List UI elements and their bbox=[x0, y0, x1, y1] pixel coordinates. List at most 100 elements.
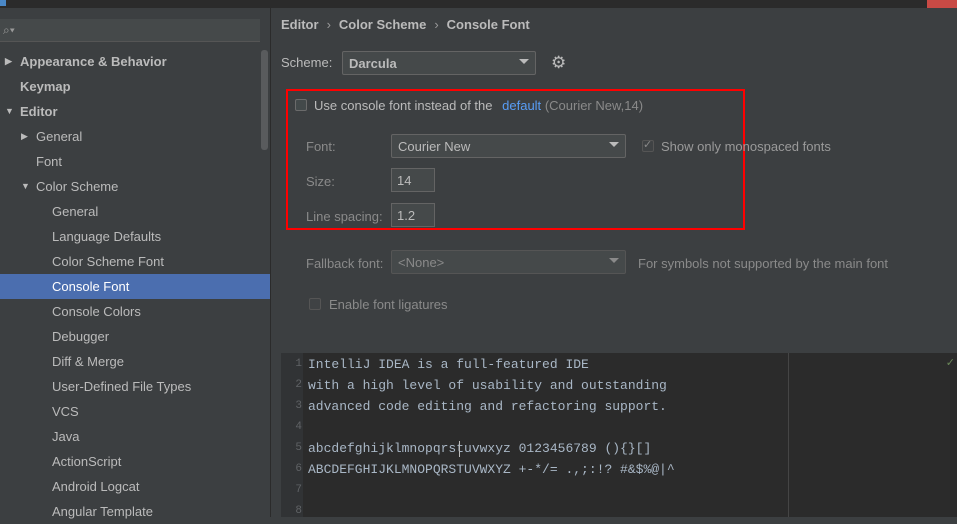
preview-line: 2 with a high level of usability and outs… bbox=[281, 375, 957, 396]
sidebar-item-console-font[interactable]: Console Font bbox=[0, 274, 270, 299]
breadcrumb-editor[interactable]: Editor bbox=[281, 17, 319, 32]
fallback-font-select[interactable]: <None> bbox=[391, 250, 626, 274]
scheme-select[interactable]: Darcula bbox=[342, 51, 536, 75]
line-number: 7 bbox=[295, 484, 302, 496]
size-input[interactable]: 14 bbox=[391, 168, 435, 192]
expand-arrow-icon[interactable]: ▶ bbox=[21, 124, 28, 149]
sidebar-item-angular-template[interactable]: Angular Template bbox=[0, 499, 270, 524]
expand-arrow-icon[interactable]: ▶ bbox=[5, 49, 12, 74]
chevron-down-icon bbox=[609, 142, 619, 147]
line-number: 1 bbox=[295, 358, 302, 370]
sidebar-item-label: VCS bbox=[52, 404, 79, 419]
preview-line-text: advanced code editing and refactoring su… bbox=[308, 399, 667, 414]
sidebar-item-debugger[interactable]: Debugger bbox=[0, 324, 270, 349]
sidebar-item-font[interactable]: Font bbox=[0, 149, 270, 174]
line-number: 6 bbox=[295, 463, 302, 475]
show-monospaced-label: Show only monospaced fonts bbox=[661, 139, 831, 154]
chevron-right-icon: › bbox=[326, 17, 331, 32]
sidebar-item-android-logcat[interactable]: Android Logcat bbox=[0, 474, 270, 499]
settings-tree: ▶ Appearance & Behavior Keymap ▼ Editor ▶ Gene… bbox=[0, 49, 270, 524]
sidebar-item-general[interactable]: General bbox=[0, 199, 270, 224]
show-monospaced-checkbox[interactable] bbox=[642, 138, 654, 152]
sidebar-item-label: Diff & Merge bbox=[52, 354, 125, 369]
sidebar-item-color-scheme[interactable]: ▼ Color Scheme bbox=[0, 174, 270, 199]
default-font-link[interactable]: default bbox=[502, 98, 541, 113]
sidebar-item-label: Color Scheme bbox=[36, 179, 119, 194]
chevron-right-icon: › bbox=[434, 17, 439, 32]
fallback-font-value: <None> bbox=[398, 255, 445, 270]
sidebar-item-label: Color Scheme Font bbox=[52, 254, 164, 269]
line-number: 5 bbox=[295, 442, 302, 454]
sidebar-item-label: General bbox=[36, 129, 83, 144]
sidebar-item-language-defaults[interactable]: Language Defaults bbox=[0, 224, 270, 249]
sidebar-item-general[interactable]: ▶ General bbox=[0, 124, 270, 149]
sidebar-item-editor[interactable]: ▼ Editor bbox=[0, 99, 270, 124]
preview-line-text: ABCDEFGHIJKLMNOPQRSTUVWXYZ +-*/= .,;:!? … bbox=[308, 462, 675, 477]
collapse-arrow-icon[interactable]: ▼ bbox=[21, 174, 30, 199]
settings-search[interactable]: ⌕▾ bbox=[0, 19, 260, 42]
preview-line: 7 bbox=[281, 480, 957, 501]
enable-ligatures-checkbox[interactable] bbox=[309, 298, 321, 310]
sidebar-item-actionscript[interactable]: ActionScript bbox=[0, 449, 270, 474]
default-font-detail: (Courier New,14) bbox=[544, 98, 644, 113]
scheme-label: Scheme: bbox=[281, 55, 333, 70]
app-icon bbox=[0, 0, 6, 6]
line-spacing-input[interactable]: 1.2 bbox=[391, 203, 435, 227]
sidebar-item-label: ActionScript bbox=[52, 454, 122, 469]
sidebar-item-label: General bbox=[52, 204, 99, 219]
collapse-arrow-icon[interactable]: ▼ bbox=[5, 99, 14, 124]
font-select[interactable]: Courier New bbox=[391, 134, 626, 158]
fallback-font-label: Fallback font: bbox=[306, 256, 384, 271]
size-label: Size: bbox=[306, 174, 335, 189]
sidebar-item-label: Android Logcat bbox=[52, 479, 140, 494]
line-number: 4 bbox=[295, 421, 302, 433]
use-console-font-checkbox[interactable] bbox=[295, 99, 307, 111]
sidebar-item-label: Angular Template bbox=[52, 504, 153, 519]
preview-line: 8 bbox=[281, 501, 957, 522]
text-caret bbox=[459, 441, 460, 457]
breadcrumb-console-font: Console Font bbox=[446, 17, 530, 32]
preview-line: 1 IntelliJ IDEA is a full-featured IDE bbox=[281, 354, 957, 375]
settings-content: Editor › Color Scheme › Console Font Scheme:… bbox=[271, 8, 957, 517]
sidebar-item-label: Keymap bbox=[20, 79, 71, 94]
fallback-font-hint: For symbols not supported by the main fo… bbox=[638, 256, 889, 271]
sidebar-item-label: Language Defaults bbox=[52, 229, 162, 244]
sidebar-item-vcs[interactable]: VCS bbox=[0, 399, 270, 424]
line-number: 2 bbox=[295, 379, 302, 391]
chevron-down-icon bbox=[519, 59, 529, 64]
breadcrumb-color-scheme[interactable]: Color Scheme bbox=[339, 17, 426, 32]
search-input[interactable] bbox=[20, 22, 254, 40]
line-number: 8 bbox=[295, 505, 302, 517]
font-value: Courier New bbox=[398, 139, 471, 154]
gear-icon[interactable]: ⚙ bbox=[551, 53, 566, 73]
preview-line: 5 abcdefghijklmnopqrstuvwxyz 0123456789 (… bbox=[281, 438, 957, 459]
sidebar-item-label: Appearance & Behavior bbox=[20, 54, 167, 69]
sidebar-item-label: User-Defined File Types bbox=[52, 379, 192, 394]
preview-line: 4 bbox=[281, 417, 957, 438]
line-spacing-label: Line spacing: bbox=[306, 209, 383, 224]
sidebar-item-diff-merge[interactable]: Diff & Merge bbox=[0, 349, 270, 374]
settings-sidebar: ⌕▾ ▶ Appearance & Behavior Keymap ▼ Editor ▶ G… bbox=[0, 8, 271, 519]
window-title-bar bbox=[0, 0, 957, 8]
search-icon: ⌕▾ bbox=[3, 23, 15, 37]
preview-line-text: with a high level of usability and outst… bbox=[308, 378, 667, 393]
sidebar-item-label: Console Colors bbox=[52, 304, 141, 319]
sidebar-item-appearance-behavior[interactable]: ▶ Appearance & Behavior bbox=[0, 49, 270, 74]
line-number: 3 bbox=[295, 400, 302, 412]
sidebar-item-color-scheme-font[interactable]: Color Scheme Font bbox=[0, 249, 270, 274]
enable-ligatures-label: Enable font ligatures bbox=[329, 297, 448, 312]
sidebar-item-java[interactable]: Java bbox=[0, 424, 270, 449]
sidebar-item-label: Font bbox=[36, 154, 63, 169]
close-window-button[interactable] bbox=[927, 0, 957, 8]
sidebar-item-keymap[interactable]: Keymap bbox=[0, 74, 270, 99]
preview-line: 6 ABCDEFGHIJKLMNOPQRSTUVWXYZ +-*/= .,;:!?… bbox=[281, 459, 957, 480]
use-console-font-label: Use console font instead of the default … bbox=[314, 98, 644, 113]
scheme-value: Darcula bbox=[349, 56, 397, 71]
preview-line: 3 advanced code editing and refactoring s… bbox=[281, 396, 957, 417]
sidebar-item-label: Editor bbox=[20, 104, 58, 119]
sidebar-item-user-defined-file-types[interactable]: User-Defined File Types bbox=[0, 374, 270, 399]
font-preview-editor[interactable]: ✓ 1 IntelliJ IDEA is a full-featured IDE 2… bbox=[281, 353, 957, 517]
sidebar-item-console-colors[interactable]: Console Colors bbox=[0, 299, 270, 324]
sidebar-item-label: Console Font bbox=[52, 279, 130, 294]
sidebar-item-label: Java bbox=[52, 429, 80, 444]
